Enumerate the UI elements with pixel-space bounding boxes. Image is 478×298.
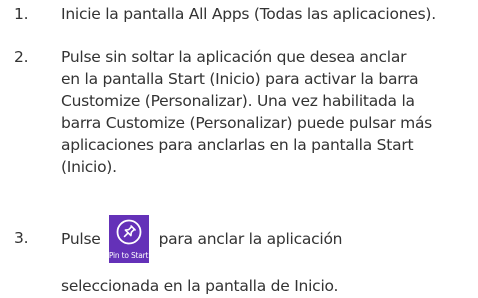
step-number: 2. [14, 48, 29, 66]
step-text: Pulse sin soltar la aplicación que desea… [61, 48, 433, 176]
instruction-page: 1. Inicie la pantalla All Apps (Todas la… [0, 0, 478, 298]
step-3-inline-row: Pulse Pin to Start para anclar la aplica… [61, 214, 342, 263]
pin-to-start-button[interactable]: Pin to Start [108, 214, 149, 263]
step-text-before-icon: Pulse [61, 229, 101, 248]
step-text: Inicie la pantalla All Apps (Todas las a… [61, 5, 436, 23]
pin-to-start-label: Pin to Start [108, 250, 149, 260]
step-number: 3. [14, 229, 29, 247]
pin-icon [116, 219, 141, 244]
step-text-after-icon: para anclar la aplicación [158, 229, 343, 248]
step-text-continuation: seleccionada en la pantalla de Inicio. [61, 277, 339, 295]
step-number: 1. [14, 5, 29, 23]
